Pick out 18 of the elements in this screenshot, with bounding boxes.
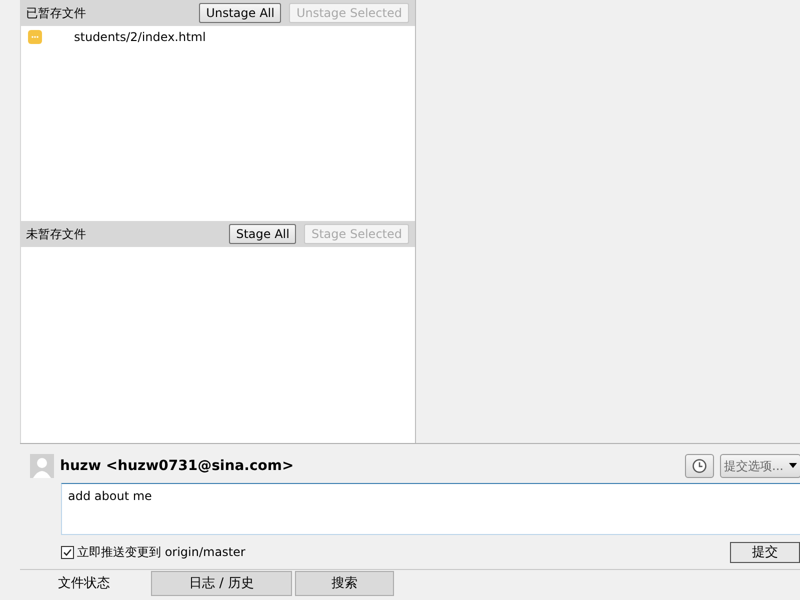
header-button[interactable]: Stage All [229, 224, 296, 244]
push-label: 立即推送变更到 origin/master [77, 544, 246, 561]
header-button[interactable]: Unstage All [199, 3, 282, 23]
section-title: 未暂存文件 [26, 226, 87, 243]
clock-icon [692, 457, 707, 475]
author-name: huzw <huzw0731@sina.com> [60, 456, 294, 476]
tab[interactable]: 文件状态 [20, 571, 148, 596]
push-checkbox[interactable] [61, 546, 74, 558]
commit-options-dropdown[interactable]: 提交选项... [720, 454, 800, 478]
avatar-icon [30, 454, 54, 478]
file-row[interactable]: students/2/index.html [21, 26, 415, 48]
commit-message-field[interactable]: add about me [61, 483, 800, 535]
tab[interactable]: 日志 / 历史 [151, 571, 292, 596]
commit-button[interactable]: 提交 [730, 542, 800, 562]
history-button[interactable] [685, 454, 714, 478]
tab[interactable]: 搜索 [295, 571, 394, 596]
caret-icon [789, 463, 797, 469]
section-title: 已暂存文件 [26, 5, 87, 22]
